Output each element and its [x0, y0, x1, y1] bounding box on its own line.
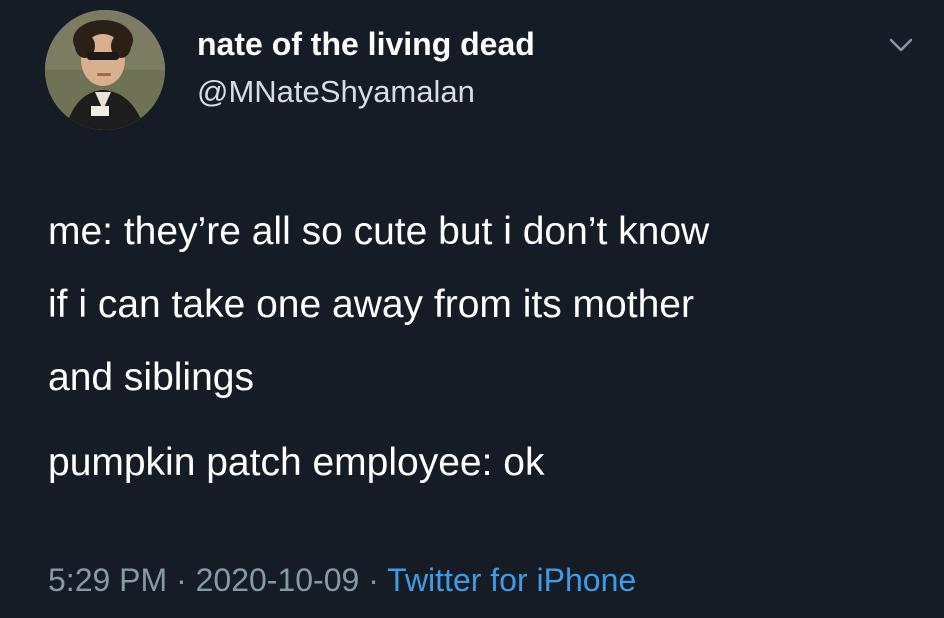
tweet-line: and siblings: [48, 356, 254, 399]
user-handle[interactable]: @MNateShyamalan: [197, 72, 475, 112]
meta-separator: ·: [176, 562, 187, 598]
tweet-text: me: they’re all so cute but i don’t know…: [48, 195, 928, 499]
tweet-source-link[interactable]: Twitter for iPhone: [387, 562, 636, 598]
tweet-line: if i can take one away from its mother: [48, 283, 694, 326]
tweet-time[interactable]: 5:29 PM: [48, 562, 167, 598]
meta-separator: ·: [368, 562, 379, 598]
tweet-meta: 5:29 PM · 2020-10-09 · Twitter for iPhon…: [48, 560, 636, 600]
tweet-line: me: they’re all so cute but i don’t know: [48, 210, 710, 253]
chevron-down-icon[interactable]: [885, 33, 917, 57]
tweet-line: pumpkin patch employee: ok: [48, 441, 545, 484]
tweet-date[interactable]: 2020-10-09: [196, 562, 360, 598]
tweet-card: nate of the living dead @MNateShyamalan …: [0, 0, 944, 618]
avatar[interactable]: [45, 10, 165, 130]
display-name[interactable]: nate of the living dead: [197, 24, 535, 64]
avatar-portrait-image: [45, 10, 165, 130]
